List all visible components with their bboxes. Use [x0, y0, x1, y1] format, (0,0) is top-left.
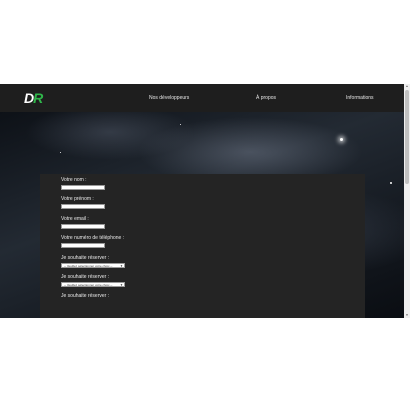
reserve-label-2: Je souhaite réserver :: [61, 274, 110, 280]
star: [390, 182, 392, 184]
chevron-down-icon: ▼: [120, 264, 123, 268]
email-input[interactable]: [61, 224, 105, 229]
logo-letter-d: D: [24, 90, 34, 106]
nav-link-developers[interactable]: Nos développeurs: [149, 95, 189, 101]
chevron-down-icon: ▼: [120, 283, 123, 287]
reserve-select-2[interactable]: -- Veuillez sélectionner votre choix -- …: [61, 282, 125, 287]
nav-link-informations[interactable]: Informations: [346, 95, 374, 101]
reserve-select-2-value: -- Veuillez sélectionner votre choix --: [64, 283, 113, 287]
email-label: Votre email :: [61, 216, 89, 222]
logo-letter-r: R: [33, 90, 43, 106]
reserve-select-1-value: -- Veuillez sélectionner votre choix --: [64, 264, 113, 268]
firstname-input[interactable]: [61, 204, 105, 209]
reserve-select-1[interactable]: -- Veuillez sélectionner votre choix -- …: [61, 263, 125, 268]
star: [340, 138, 343, 141]
firstname-label: Votre prénom :: [61, 196, 94, 202]
phone-label: Votre numéro de téléphone :: [61, 235, 125, 241]
scroll-down-arrow-icon[interactable]: ▼: [404, 313, 410, 318]
reservation-form: Votre nom : Votre prénom : Votre email :…: [40, 174, 365, 318]
scrollbar-thumb[interactable]: [405, 90, 409, 184]
browser-viewport: DR Nos développeurs À propos Information…: [0, 84, 410, 318]
star: [180, 124, 181, 125]
name-label: Votre nom :: [61, 177, 87, 183]
phone-input[interactable]: [61, 243, 105, 248]
reserve-label-3: Je souhaite réserver :: [61, 293, 110, 299]
site-logo[interactable]: DR: [24, 90, 52, 106]
scroll-up-arrow-icon[interactable]: ▲: [404, 84, 410, 89]
star: [60, 152, 61, 153]
nav-link-about[interactable]: À propos: [256, 95, 276, 101]
name-input[interactable]: [61, 185, 105, 190]
page-scrollbar[interactable]: ▲ ▼: [404, 84, 410, 318]
reserve-label-1: Je souhaite réserver :: [61, 255, 110, 261]
navbar: DR Nos développeurs À propos Information…: [0, 84, 404, 112]
